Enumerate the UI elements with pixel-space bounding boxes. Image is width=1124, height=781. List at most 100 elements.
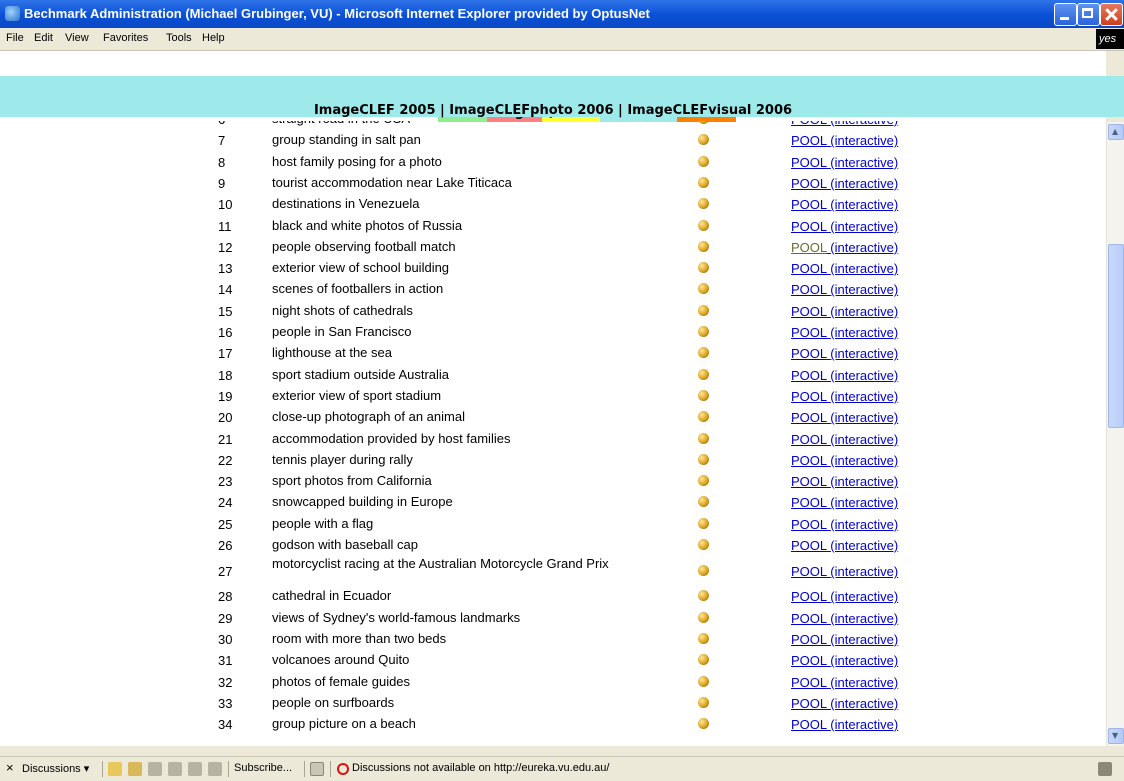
interactive-link[interactable]: (interactive) <box>830 517 898 532</box>
pool-link[interactable]: POOL <box>791 197 827 212</box>
pool-link[interactable]: POOL <box>791 121 827 127</box>
window-icon[interactable] <box>310 762 324 776</box>
interactive-link[interactable]: (interactive) <box>830 495 898 510</box>
pool-link[interactable]: POOL <box>791 346 827 361</box>
interactive-link[interactable]: (interactive) <box>830 589 898 604</box>
menu-edit[interactable]: Edit <box>34 32 53 44</box>
topic-description: tennis player during rally <box>272 451 413 467</box>
table-row: 26 godson with baseball cap POOL (interact… <box>0 535 1106 556</box>
minimize-button[interactable] <box>1054 3 1077 26</box>
interactive-link[interactable]: (interactive) <box>830 453 898 468</box>
interactive-link[interactable]: (interactive) <box>830 564 898 579</box>
menu-tools[interactable]: Tools <box>166 32 192 44</box>
menu-file[interactable]: File <box>6 32 24 44</box>
pool-link[interactable]: POOL <box>791 538 827 553</box>
vertical-scrollbar[interactable]: ▲ ▼ <box>1106 122 1124 746</box>
menu-view[interactable]: View <box>65 32 89 44</box>
pool-link[interactable]: POOL <box>791 410 827 425</box>
pool-link[interactable]: POOL <box>791 133 827 148</box>
status-dot-icon <box>698 304 709 316</box>
pool-link[interactable]: POOL <box>791 219 827 234</box>
expand-icon[interactable] <box>148 762 162 776</box>
interactive-link[interactable]: (interactive) <box>830 325 898 340</box>
network-icon <box>1098 762 1112 776</box>
new-discussion-icon[interactable] <box>108 762 122 776</box>
interactive-link[interactable]: (interactive) <box>830 675 898 690</box>
pool-link[interactable]: POOL <box>791 155 827 170</box>
pool-link[interactable]: POOL <box>791 304 827 319</box>
pool-link[interactable]: POOL <box>791 474 827 489</box>
topic-description: people in San Francisco <box>272 324 412 339</box>
interactive-link[interactable]: (interactive) <box>830 176 898 191</box>
menu-favorites[interactable]: Favorites <box>103 32 148 44</box>
pool-link[interactable]: POOL <box>791 389 827 404</box>
pool-link[interactable]: POOL <box>791 261 827 276</box>
scroll-thumb[interactable] <box>1108 244 1124 428</box>
pool-link[interactable]: POOL <box>791 564 827 579</box>
close-discussions-icon[interactable]: × <box>6 760 14 775</box>
interactive-link[interactable]: (interactive) <box>830 155 898 170</box>
table-row: 12 people observing football match POOL (i… <box>0 237 1106 258</box>
benchmark-links[interactable]: ImageCLEF 2005 | ImageCLEFphoto 2006 | I… <box>0 103 1106 118</box>
scroll-down-button[interactable]: ▼ <box>1108 728 1124 744</box>
interactive-link[interactable]: (interactive) <box>830 368 898 383</box>
interactive-link[interactable]: (interactive) <box>830 261 898 276</box>
pool-link[interactable]: POOL <box>791 453 827 468</box>
interactive-link[interactable]: (interactive) <box>830 432 898 447</box>
topic-number: 28 <box>218 589 233 605</box>
pool-link[interactable]: POOL <box>791 589 827 604</box>
interactive-link[interactable]: (interactive) <box>830 717 898 732</box>
interactive-link[interactable]: (interactive) <box>830 133 898 148</box>
pool-link[interactable]: POOL <box>791 282 827 297</box>
interactive-link[interactable]: (interactive) <box>830 197 898 212</box>
pool-link[interactable]: POOL <box>791 653 827 668</box>
status-dot-icon <box>698 240 709 252</box>
topic-description: group picture on a beach <box>272 716 416 732</box>
pool-link[interactable]: POOL <box>791 632 827 647</box>
topic-number: 7 <box>218 133 226 149</box>
interactive-link[interactable]: (interactive) <box>830 219 898 234</box>
interactive-link[interactable]: (interactive) <box>830 346 898 361</box>
pool-link[interactable]: POOL <box>791 325 827 340</box>
edit-discussion-icon[interactable] <box>128 762 142 776</box>
close-button[interactable] <box>1100 3 1123 26</box>
pool-link[interactable]: POOL <box>791 675 827 690</box>
pool-link[interactable]: POOL <box>791 368 827 383</box>
next-icon[interactable] <box>208 762 222 776</box>
table-row: 23 sport photos from California POOL (inte… <box>0 471 1106 492</box>
interactive-link[interactable]: (interactive) <box>830 121 898 127</box>
topic-links: POOL (interactive) <box>791 121 898 127</box>
status-dot-icon <box>698 411 709 423</box>
interactive-link[interactable]: (interactive) <box>830 282 898 297</box>
separator <box>102 761 103 777</box>
topic-links: POOL (interactive) <box>791 219 898 234</box>
interactive-link[interactable]: (interactive) <box>830 474 898 489</box>
pool-link[interactable]: POOL <box>791 717 827 732</box>
scroll-up-button[interactable]: ▲ <box>1108 124 1124 140</box>
pool-link[interactable]: POOL <box>791 176 827 191</box>
interactive-link[interactable]: (interactive) <box>830 304 898 319</box>
previous-icon[interactable] <box>188 762 202 776</box>
interactive-link[interactable]: (interactive) <box>830 389 898 404</box>
pool-link[interactable]: POOL <box>791 495 827 510</box>
pool-link[interactable]: POOL <box>791 240 827 255</box>
menu-help[interactable]: Help <box>202 32 225 44</box>
pool-link[interactable]: POOL <box>791 696 827 711</box>
table-row: 27 motorcyclist racing at the Australian … <box>0 556 1106 586</box>
interactive-link[interactable]: (interactive) <box>830 410 898 425</box>
pool-link[interactable]: POOL <box>791 611 827 626</box>
pool-link[interactable]: POOL <box>791 432 827 447</box>
interactive-link[interactable]: (interactive) <box>830 240 898 255</box>
collapse-icon[interactable] <box>168 762 182 776</box>
interactive-link[interactable]: (interactive) <box>830 696 898 711</box>
interactive-link[interactable]: (interactive) <box>830 538 898 553</box>
interactive-link[interactable]: (interactive) <box>830 632 898 647</box>
maximize-button[interactable] <box>1077 3 1100 26</box>
table-row: 16 people in San Francisco POOL (interacti… <box>0 322 1106 343</box>
pool-link[interactable]: POOL <box>791 517 827 532</box>
interactive-link[interactable]: (interactive) <box>830 653 898 668</box>
discussions-menu[interactable]: Discussions ▾ <box>22 762 89 775</box>
topic-description: cathedral in Ecuador <box>272 588 392 604</box>
interactive-link[interactable]: (interactive) <box>830 611 898 626</box>
subscribe-button[interactable]: Subscribe... <box>234 762 292 774</box>
